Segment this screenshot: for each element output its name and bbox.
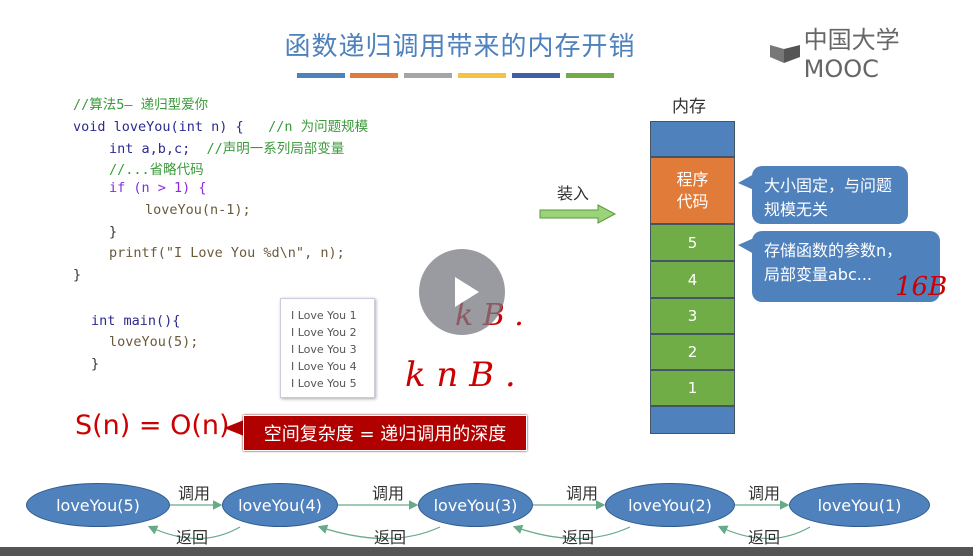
output-line: I Love You 4	[291, 360, 357, 373]
call-label: 调用	[748, 484, 781, 503]
code-text: void loveYou(int n) {	[73, 119, 244, 135]
handwritten-16b: 16B	[895, 272, 948, 302]
code-line: }	[73, 267, 82, 283]
stack-frame: 1	[650, 370, 735, 406]
callout-text: 存储函数的参数n，	[764, 241, 903, 260]
return-label: 返回	[748, 528, 781, 547]
video-progress-bar[interactable]	[0, 547, 973, 556]
callout-fixed-size: 大小固定，与问题规模无关	[752, 166, 908, 224]
mooc-logo: 中国大学MOOC	[770, 20, 973, 83]
code-line: }	[109, 224, 118, 240]
color-bar	[404, 73, 452, 78]
console-output: I Love You 1 I Love You 2 I Love You 3 I…	[280, 298, 375, 398]
complexity-note: 空间复杂度 = 递归调用的深度	[243, 415, 527, 451]
return-label: 返回	[176, 528, 209, 547]
code-line: int a,b,c; //声明一系列局部变量	[109, 137, 344, 157]
call-label: 调用	[178, 484, 211, 503]
stack-frame: 3	[650, 298, 735, 334]
call-label: 调用	[566, 484, 599, 503]
load-label: 装入	[557, 184, 590, 203]
color-bar	[458, 73, 506, 78]
logo-text: 中国大学MOOC	[803, 26, 900, 83]
code-comment: //声明一系列局部变量	[206, 141, 345, 157]
color-bar	[297, 73, 345, 78]
code-line: }	[91, 356, 100, 372]
output-line: I Love You 5	[291, 377, 357, 390]
video-play-button[interactable]	[419, 249, 505, 335]
code-text: int a,b,c;	[109, 141, 191, 157]
call-arrows	[147, 500, 811, 540]
book-icon	[770, 44, 800, 63]
handwritten-knb: k n B .	[405, 355, 516, 395]
play-icon	[455, 277, 479, 307]
color-bar	[566, 73, 614, 78]
code-line: printf("I Love You %d\n", n);	[109, 245, 345, 261]
output-line: I Love You 1	[291, 309, 357, 322]
code-line: //...省略代码	[109, 162, 204, 178]
memory-program-code: 程序代码	[650, 157, 735, 224]
call-label: 调用	[372, 484, 405, 503]
code-line: loveYou(n-1);	[145, 202, 251, 218]
stack-frame: 5	[650, 224, 735, 261]
code-line: loveYou(5);	[109, 334, 199, 350]
space-complexity: S(n) = O(n)	[75, 410, 230, 441]
stack-frame: 4	[650, 261, 735, 298]
memory-label: 内存	[672, 97, 706, 117]
code-line: if (n > 1) {	[109, 180, 207, 196]
output-line: I Love You 3	[291, 343, 357, 356]
code-line: //算法5— 递归型爱你	[73, 97, 209, 113]
memory-block-top	[650, 121, 735, 157]
color-bar	[512, 73, 560, 78]
return-label: 返回	[562, 528, 595, 547]
return-label: 返回	[374, 528, 407, 547]
load-arrow-icon	[539, 204, 617, 224]
code-line: int main(){	[91, 313, 181, 329]
output-line: I Love You 2	[291, 326, 357, 339]
memory-block-bottom	[650, 406, 735, 434]
code-line: void loveYou(int n) { //n 为问题规模	[73, 115, 368, 135]
code-comment: //n 为问题规模	[268, 119, 369, 135]
color-bar	[350, 73, 398, 78]
stack-frame: 2	[650, 334, 735, 370]
